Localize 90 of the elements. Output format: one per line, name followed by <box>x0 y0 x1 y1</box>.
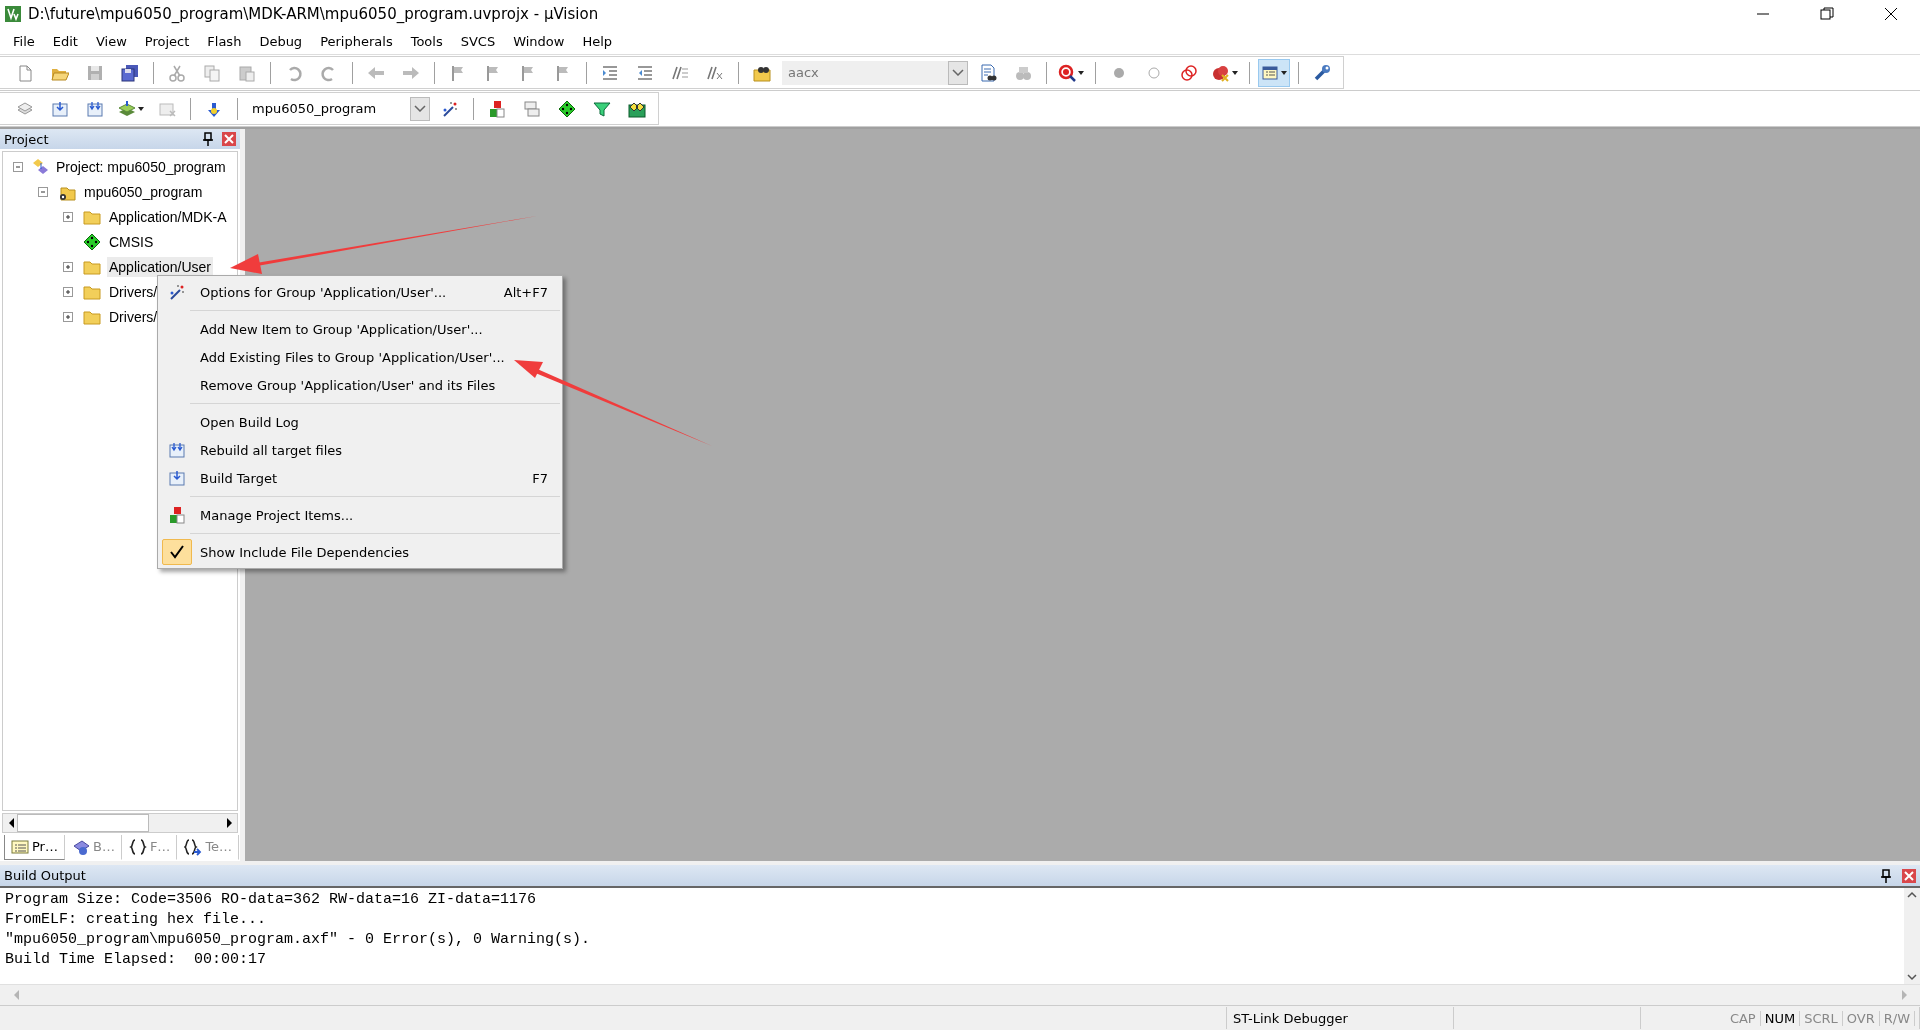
rebuild-box-icon <box>86 99 104 118</box>
check-mark-icon <box>168 543 186 561</box>
toolbar-button[interactable] <box>1258 58 1290 87</box>
braces-arrow-icon <box>184 837 203 856</box>
status-indicator: CAP <box>1725 1010 1761 1026</box>
indent-lines-icon <box>601 63 619 82</box>
copy-pages-icon <box>203 63 221 82</box>
menu-option[interactable]: Rebuild all target files <box>158 436 562 464</box>
panel-close-button[interactable] <box>222 132 236 146</box>
app-logo-icon <box>4 5 22 23</box>
menu-option[interactable]: Manage Project Items... <box>158 501 562 529</box>
caret-icon <box>1281 70 1287 75</box>
menu-option[interactable]: Add Existing Files to Group 'Application/User'... <box>158 343 562 371</box>
magic-wand-icon <box>441 99 459 118</box>
tree-item[interactable]: Project: mpu6050_program <box>54 156 228 177</box>
menu-option[interactable]: Build Target F7 <box>158 464 562 492</box>
menu-item[interactable]: Debug <box>250 30 312 52</box>
tree-item[interactable]: CMSIS <box>107 231 156 252</box>
blank-page-icon <box>16 63 34 82</box>
panel-title: Build Output <box>4 868 87 883</box>
status-indicator: SCRL <box>1800 1010 1843 1026</box>
vertical-scrollbar[interactable] <box>1904 888 1920 984</box>
menu-item[interactable]: SVCS <box>451 30 505 52</box>
find-field[interactable]: aacx <box>782 60 968 85</box>
status-indicator: OVR <box>1842 1010 1880 1026</box>
tree-item[interactable]: mpu6050_program <box>82 181 205 202</box>
menu-item[interactable]: Flash <box>198 30 251 52</box>
menu-item[interactable]: File <box>4 30 44 52</box>
tree-item[interactable]: Drivers/ <box>107 281 160 302</box>
braces-icon <box>128 837 147 856</box>
dotted-diamond-icon <box>83 232 101 251</box>
output-line: "mpu6050_program\mpu6050_program.axf" - 0 Error(s), 0 Warning(s). <box>5 930 592 950</box>
minimize-icon <box>1757 13 1769 15</box>
magic-wand-icon <box>168 283 186 301</box>
colored-blocks-icon <box>488 99 506 118</box>
panel-title: Project <box>4 131 50 147</box>
output-line: FromELF: creating hex file... <box>5 910 268 930</box>
scissors-icon <box>168 63 186 82</box>
magnifier-icon <box>1058 63 1076 82</box>
linked-circles-icon <box>1180 63 1198 82</box>
output-line: Build Time Elapsed: 00:00:17 <box>5 950 268 970</box>
document-binoculars-icon <box>979 63 997 82</box>
window-list-icon <box>1261 63 1279 82</box>
tree-item[interactable]: Application/User <box>107 256 213 277</box>
output-line: Program Size: Code=3506 RO-data=362 RW-data=16 ZI-data=1176 <box>5 890 538 910</box>
menu-option[interactable]: Remove Group 'Application/User' and its Files <box>158 371 562 399</box>
panel-close-button[interactable] <box>1902 868 1916 883</box>
project-diamond-icon <box>33 159 48 174</box>
caret-icon <box>1232 70 1238 75</box>
build-box-icon <box>51 99 69 118</box>
build-box-icon <box>168 469 186 487</box>
menu-option[interactable]: Options for Group 'Application/User'... Alt+F7 <box>158 278 562 306</box>
horizontal-scrollbar[interactable] <box>2 813 238 833</box>
close-icon <box>1882 5 1900 23</box>
menu-item[interactable]: Window <box>504 30 574 52</box>
chevron-down-icon <box>952 69 964 76</box>
dotted-diamond-icon <box>558 99 576 118</box>
menu-item[interactable]: Edit <box>43 30 87 52</box>
menu-option[interactable]: Open Build Log <box>158 408 562 436</box>
debugger-status: ST-Link Debugger <box>1227 1007 1454 1029</box>
circles-cross-icon <box>1212 63 1230 82</box>
restore-icon <box>1818 5 1836 23</box>
tree-item[interactable]: Drivers/ <box>107 306 160 327</box>
menu-item[interactable]: Help <box>573 30 622 52</box>
colored-blocks-icon <box>168 506 186 524</box>
pin-icon <box>1878 866 1894 885</box>
status-indicator: NUM <box>1760 1010 1801 1026</box>
chevron-down-icon <box>414 105 426 112</box>
outdent-lines-icon <box>636 63 654 82</box>
stacked-windows-icon <box>523 99 541 118</box>
tree-list-icon <box>11 837 29 856</box>
menu-item[interactable]: View <box>86 30 136 52</box>
menu-option[interactable]: Add New Item to Group 'Application/User'... <box>158 315 562 343</box>
menu-option[interactable]: Show Include File Dependencies <box>158 538 562 566</box>
clipboard-icon <box>238 63 256 82</box>
caret-icon <box>1078 70 1084 75</box>
window-title: D:\future\mpu6050_program\MDK-ARM\mpu6050_program.uvprojx - µVision <box>28 5 600 23</box>
menu-item[interactable]: Tools <box>401 30 452 52</box>
panel-tab[interactable]: Pr… <box>4 834 65 860</box>
rebuild-box-icon <box>168 441 186 459</box>
layers-icon <box>118 99 136 118</box>
pin-icon <box>200 130 216 148</box>
menu-item[interactable]: Peripherals <box>311 30 402 52</box>
status-indicator: R/W <box>1879 1010 1915 1026</box>
wrench-icon <box>1313 63 1331 82</box>
tree-item[interactable]: Application/MDK-A <box>107 206 229 227</box>
funnel-icon <box>593 99 611 118</box>
caret-icon <box>138 106 144 111</box>
stacked-floppy-icon <box>121 63 139 82</box>
menu-item[interactable]: Project <box>135 30 199 52</box>
